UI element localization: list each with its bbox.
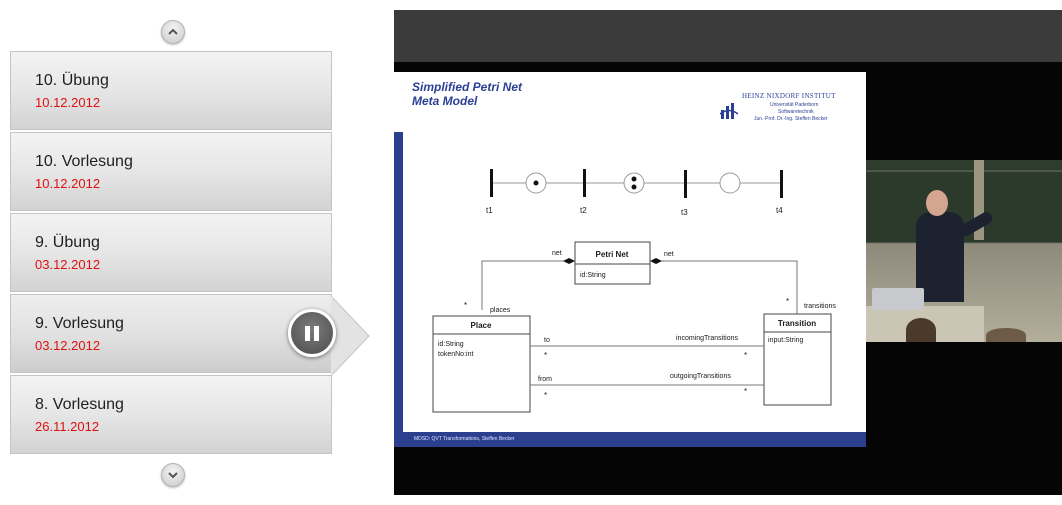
chevron-up-icon xyxy=(168,28,178,35)
petri-net-example: t1 t2 t3 t4 xyxy=(486,169,783,217)
t3-label: t3 xyxy=(681,208,688,217)
laptop xyxy=(872,288,924,310)
scroll-down-button[interactable] xyxy=(161,463,185,487)
scroll-up-button[interactable] xyxy=(161,20,185,44)
t4-label: t4 xyxy=(776,206,783,215)
svg-text:input:String: input:String xyxy=(768,337,804,344)
svg-text:net: net xyxy=(664,251,674,258)
svg-text:*: * xyxy=(544,391,547,400)
video-top-bar xyxy=(394,10,1062,62)
playlist-item-title: 10. Übung xyxy=(35,72,109,89)
playlist-item-date: 03.12.2012 xyxy=(35,338,101,353)
playlist-item-title: 9. Vorlesung xyxy=(35,315,124,332)
playlist-item[interactable]: 10. Vorlesung 10.12.2012 xyxy=(10,132,332,211)
playlist-item-active[interactable]: 9. Vorlesung 03.12.2012 xyxy=(10,294,332,373)
svg-text:Petri Net: Petri Net xyxy=(596,250,629,259)
svg-text:*: * xyxy=(786,297,789,306)
svg-text:outgoingTransitions: outgoingTransitions xyxy=(670,373,731,380)
chevron-down-icon xyxy=(168,472,178,479)
svg-text:Place: Place xyxy=(471,321,492,330)
petri-net-diagram: t1 t2 t3 t4 Petri Net id:String net net … xyxy=(432,169,836,413)
uml-transition-class: Transition input:String xyxy=(763,313,832,406)
svg-text:*: * xyxy=(744,351,747,360)
lecture-slide: Simplified Petri Net Meta Model HEINZ NI… xyxy=(394,72,866,447)
svg-text:Transition: Transition xyxy=(778,319,816,328)
svg-text:tokenNo:int: tokenNo:int xyxy=(438,351,473,358)
playlist-item-title: 8. Vorlesung xyxy=(35,396,124,413)
playlist-item-date: 03.12.2012 xyxy=(35,257,101,272)
playlist-item[interactable]: 10. Übung 10.12.2012 xyxy=(10,51,332,130)
svg-text:*: * xyxy=(744,387,747,396)
svg-text:*: * xyxy=(464,301,467,310)
pause-button[interactable] xyxy=(288,309,336,357)
t2-label: t2 xyxy=(580,206,587,215)
playlist-item-title: 9. Übung xyxy=(35,234,100,251)
svg-text:net: net xyxy=(552,250,562,257)
svg-text:incomingTransitions: incomingTransitions xyxy=(676,335,738,342)
svg-text:transitions: transitions xyxy=(804,303,836,310)
svg-text:id:String: id:String xyxy=(438,341,464,348)
playlist-item-date: 10.12.2012 xyxy=(35,176,101,191)
lecturer-camera-view xyxy=(866,160,1062,342)
playlist-item[interactable]: 9. Übung 03.12.2012 xyxy=(10,213,332,292)
svg-text:from: from xyxy=(538,376,552,383)
svg-text:places: places xyxy=(490,307,511,314)
t1-label: t1 xyxy=(486,206,493,215)
svg-text:to: to xyxy=(544,337,550,344)
svg-text:*: * xyxy=(544,351,547,360)
playlist-item-date: 10.12.2012 xyxy=(35,95,101,110)
playlist-item-title: 10. Vorlesung xyxy=(35,153,133,170)
lecture-playlist: 10. Übung 10.12.2012 10. Vorlesung 10.12… xyxy=(10,51,332,456)
active-item-pointer xyxy=(331,296,370,376)
video-player[interactable]: Simplified Petri Net Meta Model HEINZ NI… xyxy=(394,10,1062,495)
uml-place-class: Place id:String tokenNo:int xyxy=(432,315,531,413)
uml-petri-net-class: Petri Net id:String xyxy=(574,241,651,285)
svg-text:id:String: id:String xyxy=(580,272,606,279)
playlist-item-date: 26.11.2012 xyxy=(35,419,100,434)
slide-footer-text: MDSD: QVT Transformations, Steffen Becke… xyxy=(414,436,515,442)
playlist-item[interactable]: 8. Vorlesung 26.11.2012 xyxy=(10,375,332,454)
